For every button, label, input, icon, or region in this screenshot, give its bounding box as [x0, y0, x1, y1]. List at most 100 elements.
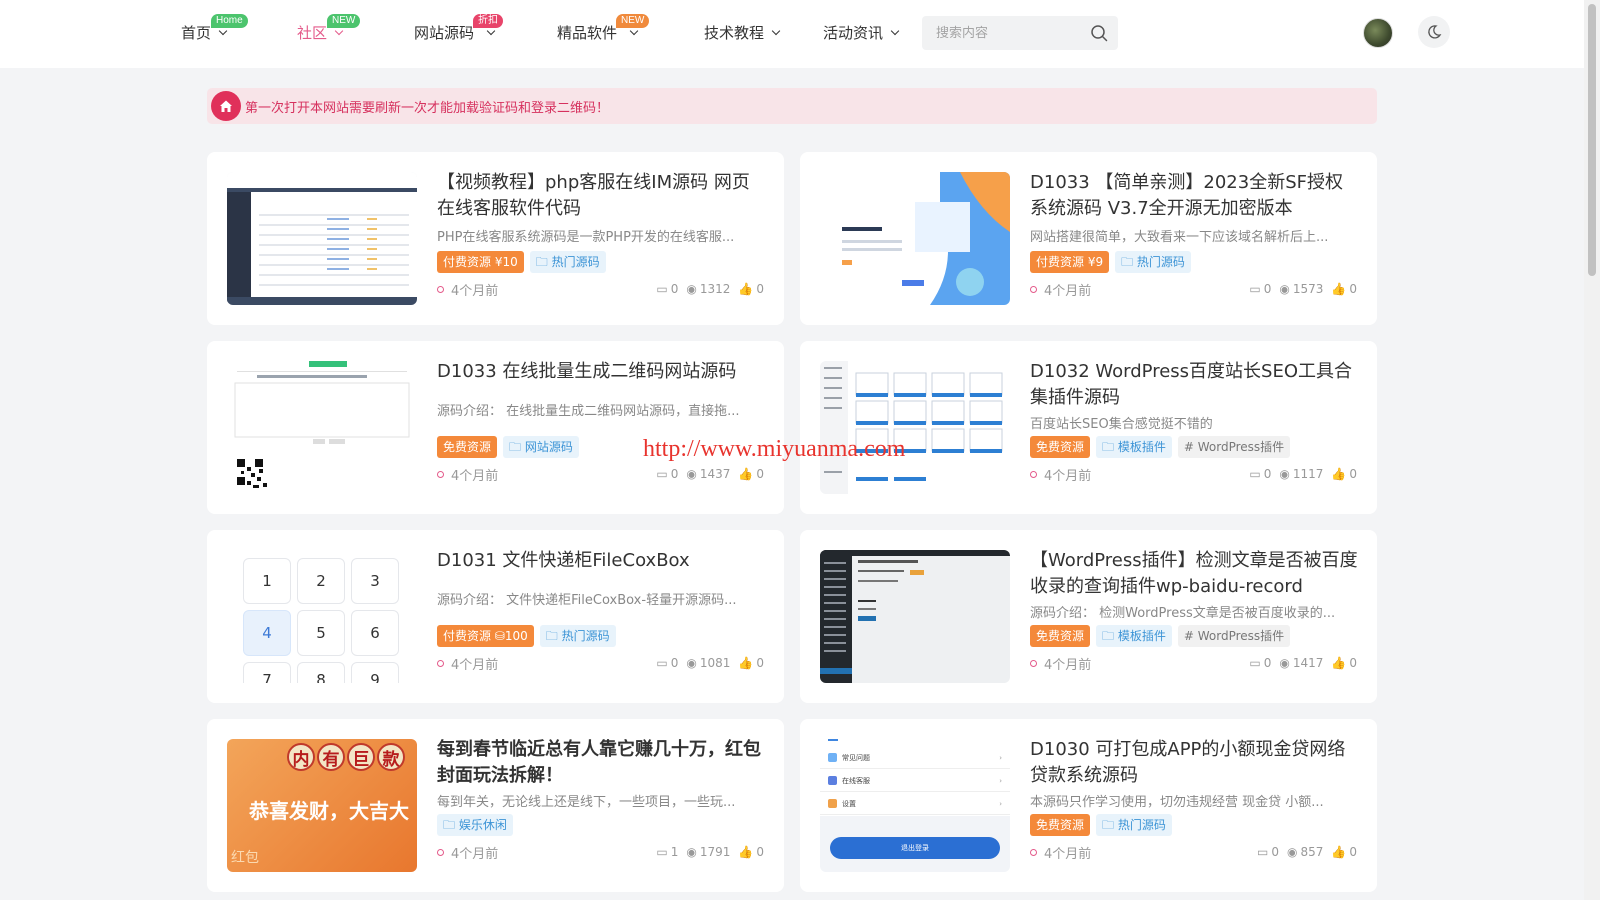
red-envelope-char: 巨 [347, 743, 375, 771]
post-card[interactable]: 【视频教程】php客服在线IM源码 网页在线客服软件代码 PHP在线客服系统源码… [207, 152, 784, 325]
price-tag[interactable]: 付费资源 ⛁100 [437, 625, 534, 647]
nav-site-source[interactable]: 网站源码 折扣 [414, 14, 503, 43]
post-card[interactable]: 内 有 巨 款 恭喜发财，大吉大 红包 每到春节临近总有人靠它赚几十万，红包封面… [207, 719, 784, 892]
post-tags: 免费资源 🗀 模板插件 # WordPress插件 [1030, 436, 1291, 458]
price-tag[interactable]: 免费资源 [1030, 436, 1091, 458]
view-count: 1117 [1292, 467, 1324, 481]
scrollbar-thumb[interactable] [1588, 4, 1596, 276]
post-thumbnail[interactable]: 常见问题 › 在线客服 › 设置 › 退出登录 [820, 739, 1010, 872]
like-stat[interactable]: 👍 0 [738, 282, 764, 296]
nav-events[interactable]: 活动资讯 [823, 22, 900, 43]
like-count: 0 [1349, 467, 1357, 481]
post-card[interactable]: 【WordPress插件】检测文章是否被百度收录的查询插件wp-baidu-re… [800, 530, 1377, 703]
search-input[interactable] [922, 16, 1082, 50]
nav-community-badge: NEW [327, 14, 361, 28]
view-count: 1417 [1292, 656, 1324, 670]
category-tag[interactable]: 🗀 网站源码 [503, 436, 579, 458]
comment-stat: ▭ 1 [656, 845, 678, 859]
post-time: 4个月前 [1030, 280, 1091, 299]
comment-count: 0 [670, 656, 679, 670]
price-tag[interactable]: 付费资源 ¥10 [437, 251, 524, 273]
post-title[interactable]: D1030 可打包成APP的小额现金贷网络贷款系统源码 [1030, 737, 1360, 789]
keypad-key: 6 [351, 610, 399, 656]
post-thumbnail[interactable] [227, 361, 417, 494]
like-count: 0 [756, 282, 764, 296]
category-tag[interactable]: 🗀 热门源码 [529, 251, 606, 273]
post-thumbnail[interactable] [820, 361, 1010, 494]
price-tag[interactable]: 免费资源 [437, 436, 498, 458]
post-thumbnail[interactable] [820, 550, 1010, 683]
comment-stat: ▭ 0 [1249, 467, 1271, 481]
wp-admin-screenshot-icon [820, 550, 1010, 683]
keypad-key: 5 [297, 610, 345, 656]
post-card[interactable]: 常见问题 › 在线客服 › 设置 › 退出登录 D1030 可打包成APP的小额现金贷… [800, 719, 1377, 892]
top-navbar: 首页 Home 社区 NEW 网站源码 折扣 精品软件 NEW 技术教程 活动资… [0, 0, 1584, 68]
view-stat: ◉ 1417 [1279, 656, 1323, 670]
nav-software[interactable]: 精品软件 NEW [557, 14, 650, 43]
view-stat: ◉ 1791 [686, 845, 730, 859]
like-stat[interactable]: 👍 0 [738, 467, 764, 481]
post-thumbnail[interactable] [227, 172, 417, 305]
category-tag[interactable]: 🗀 娱乐休闲 [437, 814, 513, 836]
nav-home[interactable]: 首页 Home [181, 14, 248, 43]
page-scrollbar[interactable] [1584, 0, 1600, 900]
nav-community[interactable]: 社区 NEW [297, 14, 361, 43]
chevron-down-icon [771, 26, 781, 35]
category-tag[interactable]: 🗀 模板插件 [1096, 436, 1172, 458]
post-excerpt: 源码介绍： 在线批量生成二维码网站源码，直接拖... [437, 404, 740, 419]
post-card[interactable]: 1 2 3 4 5 6 7 8 9 D1031 文件快递柜FileCoxBox … [207, 530, 784, 703]
post-title[interactable]: 每到春节临近总有人靠它赚几十万，红包封面玩法拆解！ [437, 737, 767, 789]
help-icon [828, 753, 837, 762]
topic-tag[interactable]: # WordPress插件 [1177, 436, 1291, 458]
post-title[interactable]: 【视频教程】php客服在线IM源码 网页在线客服软件代码 [437, 170, 767, 222]
red-envelope-corner: 红包 [231, 850, 259, 866]
post-card[interactable]: D1032 WordPress百度站长SEO工具合集插件源码 百度站长SEO集合… [800, 341, 1377, 514]
theme-toggle-button[interactable] [1418, 16, 1450, 48]
post-thumbnail[interactable]: 1 2 3 4 5 6 7 8 9 [227, 550, 417, 683]
time-dot-icon [437, 849, 444, 856]
price-tag[interactable]: 付费资源 ¥9 [1030, 251, 1110, 273]
like-stat[interactable]: 👍 0 [1331, 656, 1357, 670]
like-stat[interactable]: 👍 0 [1331, 467, 1357, 481]
thumbs-up-icon: 👍 [738, 467, 754, 481]
post-title[interactable]: D1032 WordPress百度站长SEO工具合集插件源码 [1030, 359, 1360, 411]
category-tag[interactable]: 🗀 热门源码 [539, 625, 616, 647]
post-card[interactable]: D1033 在线批量生成二维码网站源码 源码介绍： 在线批量生成二维码网站源码，… [207, 341, 784, 514]
post-excerpt: 每到年关，无论线上还是线下，一些项目，一些玩... [437, 795, 736, 810]
red-envelope-char: 款 [377, 743, 405, 771]
wp-tools-screenshot-icon [820, 361, 1010, 494]
post-title[interactable]: 【WordPress插件】检测文章是否被百度收录的查询插件wp-baidu-re… [1030, 548, 1360, 600]
post-title[interactable]: D1031 文件快递柜FileCoxBox [437, 548, 767, 574]
price-tag[interactable]: 免费资源 [1030, 814, 1091, 836]
category-tag[interactable]: 🗀 模板插件 [1096, 625, 1172, 647]
like-stat[interactable]: 👍 0 [1331, 282, 1357, 296]
comment-count: 0 [1263, 282, 1272, 296]
keypad-screenshot-icon: 1 2 3 4 5 6 7 8 9 [243, 558, 403, 683]
post-title[interactable]: D1033 【简单亲测】2023全新SF授权系统源码 V3.7全开源无加密版本 [1030, 170, 1360, 222]
nav-tutorials[interactable]: 技术教程 [704, 22, 781, 43]
like-stat[interactable]: 👍 0 [1331, 845, 1357, 859]
eye-icon: ◉ [686, 656, 697, 670]
post-thumbnail[interactable] [820, 172, 1010, 305]
category-tag[interactable]: 🗀 热门源码 [1115, 251, 1191, 273]
comment-count: 0 [1271, 845, 1280, 859]
avatar[interactable] [1363, 18, 1393, 48]
post-time: 4个月前 [437, 280, 498, 299]
post-excerpt: 本源码只作学习使用，切勿违规经营 现金贷 小额... [1030, 795, 1324, 810]
search-icon[interactable] [1090, 24, 1108, 42]
post-card[interactable]: D1033 【简单亲测】2023全新SF授权系统源码 V3.7全开源无加密版本 … [800, 152, 1377, 325]
like-stat[interactable]: 👍 0 [738, 845, 764, 859]
login-page-screenshot-icon [820, 172, 1010, 305]
post-time-text: 4个月前 [451, 658, 499, 673]
nav-software-badge: NEW [616, 14, 650, 28]
post-thumbnail[interactable]: 内 有 巨 款 恭喜发财，大吉大 红包 [227, 739, 417, 872]
red-envelope-image: 内 有 巨 款 恭喜发财，大吉大 红包 [227, 739, 417, 872]
like-count: 0 [1349, 656, 1357, 670]
category-tag[interactable]: 🗀 热门源码 [1096, 814, 1172, 836]
thumbs-up-icon: 👍 [738, 282, 754, 296]
post-title[interactable]: D1033 在线批量生成二维码网站源码 [437, 359, 767, 385]
comment-icon: ▭ [656, 845, 668, 859]
like-stat[interactable]: 👍 0 [738, 656, 764, 670]
topic-tag[interactable]: # WordPress插件 [1177, 625, 1291, 647]
price-tag[interactable]: 免费资源 [1030, 625, 1091, 647]
